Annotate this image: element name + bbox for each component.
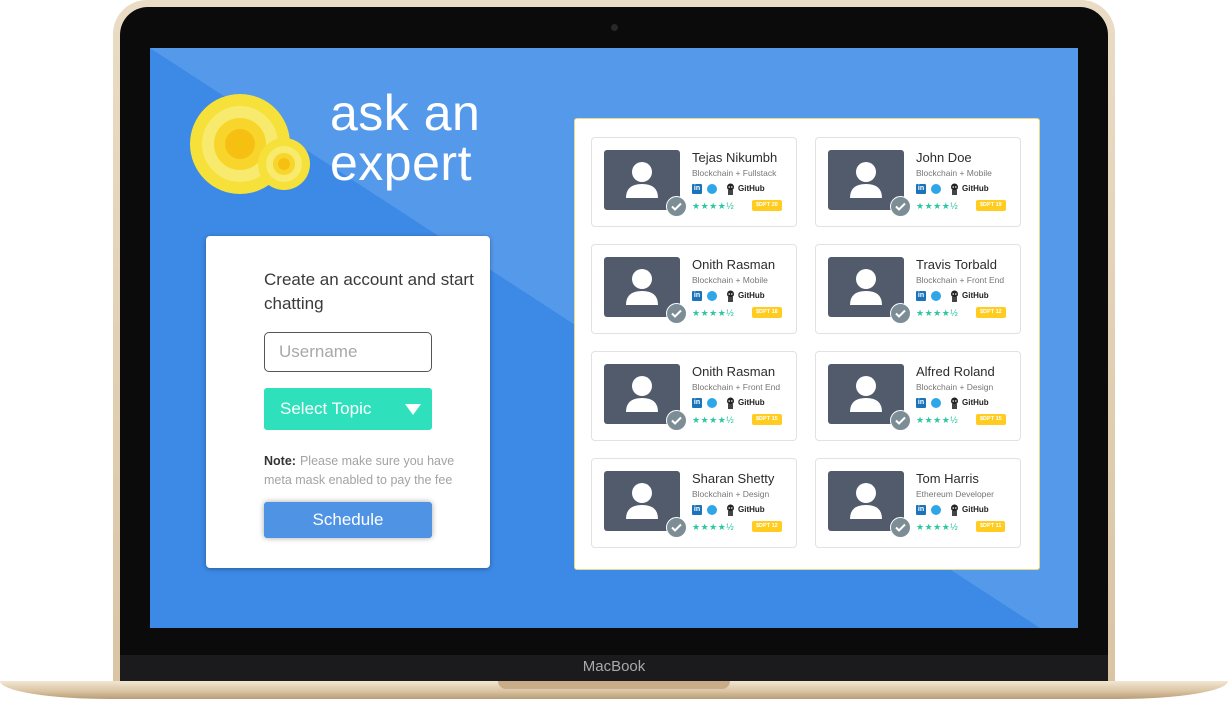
price-badge: $DPT 20 <box>752 200 782 211</box>
github-icon[interactable] <box>949 397 960 409</box>
twitter-icon[interactable] <box>931 184 941 194</box>
price-badge: $DPT 11 <box>976 521 1006 532</box>
github-label: GitHub <box>738 291 765 300</box>
verified-check-icon <box>666 196 687 217</box>
expert-specialty: Ethereum Developer <box>916 489 994 499</box>
verified-check-icon <box>666 303 687 324</box>
twitter-icon[interactable] <box>931 505 941 515</box>
github-label: GitHub <box>962 398 989 407</box>
twitter-icon[interactable] <box>707 398 717 408</box>
logo-line-1: ask an <box>330 85 481 141</box>
twitter-icon[interactable] <box>707 184 717 194</box>
linkedin-icon[interactable]: in <box>916 505 926 515</box>
logo-icon <box>190 94 310 194</box>
github-label: GitHub <box>962 184 989 193</box>
price-badge: $DPT 18 <box>752 307 782 318</box>
rating-stars: ★★★★½ <box>916 308 959 318</box>
github-icon[interactable] <box>725 504 736 516</box>
rating-stars: ★★★★½ <box>916 415 959 425</box>
rating-stars: ★★★★½ <box>916 201 959 211</box>
github-label: GitHub <box>738 505 765 514</box>
expert-specialty: Blockchain + Front End <box>916 275 1005 285</box>
select-topic-dropdown[interactable]: Select Topic <box>264 388 432 430</box>
expert-name: Sharan Shetty <box>692 471 775 486</box>
app-logo-text: ask an expert <box>330 88 480 188</box>
twitter-icon[interactable] <box>931 398 941 408</box>
rating-stars: ★★★★½ <box>692 415 735 425</box>
twitter-icon[interactable] <box>707 505 717 515</box>
price-badge: $DPT 19 <box>976 200 1006 211</box>
github-icon[interactable] <box>949 290 960 302</box>
linkedin-icon[interactable]: in <box>692 291 702 301</box>
expert-name: Onith Rasman <box>692 364 776 379</box>
rating-stars: ★★★★½ <box>692 201 735 211</box>
github-label: GitHub <box>962 505 989 514</box>
verified-check-icon <box>666 410 687 431</box>
username-input[interactable] <box>264 332 432 372</box>
laptop-notch <box>498 681 730 689</box>
select-topic-label: Select Topic <box>280 399 372 418</box>
expert-specialty: Blockchain + Front End <box>692 382 781 392</box>
expert-name: Tom Harris <box>916 471 979 486</box>
note-text: Note: Please make sure you have meta mask… <box>264 452 474 490</box>
expert-card[interactable]: Tejas Nikumbh Blockchain + Fullstack in … <box>591 137 797 227</box>
expert-name: Alfred Roland <box>916 364 995 379</box>
github-label: GitHub <box>962 291 989 300</box>
app-screen: ask an expert Create an account and star… <box>150 48 1078 628</box>
expert-specialty: Blockchain + Fullstack <box>692 168 777 178</box>
expert-card[interactable]: Alfred Roland Blockchain + Design in Git… <box>815 351 1021 441</box>
price-badge: $DPT 15 <box>752 414 782 425</box>
rating-stars: ★★★★½ <box>692 522 735 532</box>
verified-check-icon <box>890 517 911 538</box>
experts-panel: Tejas Nikumbh Blockchain + Fullstack in … <box>574 118 1040 570</box>
expert-card[interactable]: Tom Harris Ethereum Developer in GitHub … <box>815 458 1021 548</box>
schedule-button[interactable]: Schedule <box>264 502 432 538</box>
expert-name: John Doe <box>916 150 972 165</box>
verified-check-icon <box>890 410 911 431</box>
expert-name: Onith Rasman <box>692 257 776 272</box>
github-label: GitHub <box>738 184 765 193</box>
linkedin-icon[interactable]: in <box>692 505 702 515</box>
verified-check-icon <box>890 196 911 217</box>
note-label: Note: <box>264 454 296 468</box>
expert-specialty: Blockchain + Design <box>916 382 994 392</box>
expert-card[interactable]: Travis Torbald Blockchain + Front End in… <box>815 244 1021 334</box>
verified-check-icon <box>890 303 911 324</box>
expert-card[interactable]: Onith Rasman Blockchain + Mobile in GitH… <box>591 244 797 334</box>
linkedin-icon[interactable]: in <box>692 184 702 194</box>
camera-icon <box>611 24 618 31</box>
signup-title: Create an account and start chatting <box>264 270 474 313</box>
linkedin-icon[interactable]: in <box>692 398 702 408</box>
github-label: GitHub <box>738 398 765 407</box>
expert-name: Tejas Nikumbh <box>692 150 778 165</box>
twitter-icon[interactable] <box>931 291 941 301</box>
chevron-down-icon <box>405 404 421 415</box>
verified-check-icon <box>666 517 687 538</box>
github-icon[interactable] <box>725 183 736 195</box>
expert-card[interactable]: John Doe Blockchain + Mobile in GitHub ★… <box>815 137 1021 227</box>
rating-stars: ★★★★½ <box>692 308 735 318</box>
expert-specialty: Blockchain + Design <box>692 489 770 499</box>
price-badge: $DPT 15 <box>976 414 1006 425</box>
device-brand: MacBook <box>582 658 646 675</box>
github-icon[interactable] <box>949 504 960 516</box>
github-icon[interactable] <box>725 290 736 302</box>
rating-stars: ★★★★½ <box>916 522 959 532</box>
github-icon[interactable] <box>725 397 736 409</box>
signup-card: Create an account and start chatting Sel… <box>206 236 490 568</box>
linkedin-icon[interactable]: in <box>916 184 926 194</box>
expert-specialty: Blockchain + Mobile <box>692 275 768 285</box>
expert-card[interactable]: Sharan Shetty Blockchain + Design in Git… <box>591 458 797 548</box>
logo-line-2: expert <box>330 135 472 191</box>
expert-card[interactable]: Onith Rasman Blockchain + Front End in G… <box>591 351 797 441</box>
github-icon[interactable] <box>949 183 960 195</box>
price-badge: $DPT 12 <box>976 307 1006 318</box>
expert-specialty: Blockchain + Mobile <box>916 168 992 178</box>
linkedin-icon[interactable]: in <box>916 398 926 408</box>
price-badge: $DPT 12 <box>752 521 782 532</box>
twitter-icon[interactable] <box>707 291 717 301</box>
expert-name: Travis Torbald <box>916 257 997 272</box>
linkedin-icon[interactable]: in <box>916 291 926 301</box>
